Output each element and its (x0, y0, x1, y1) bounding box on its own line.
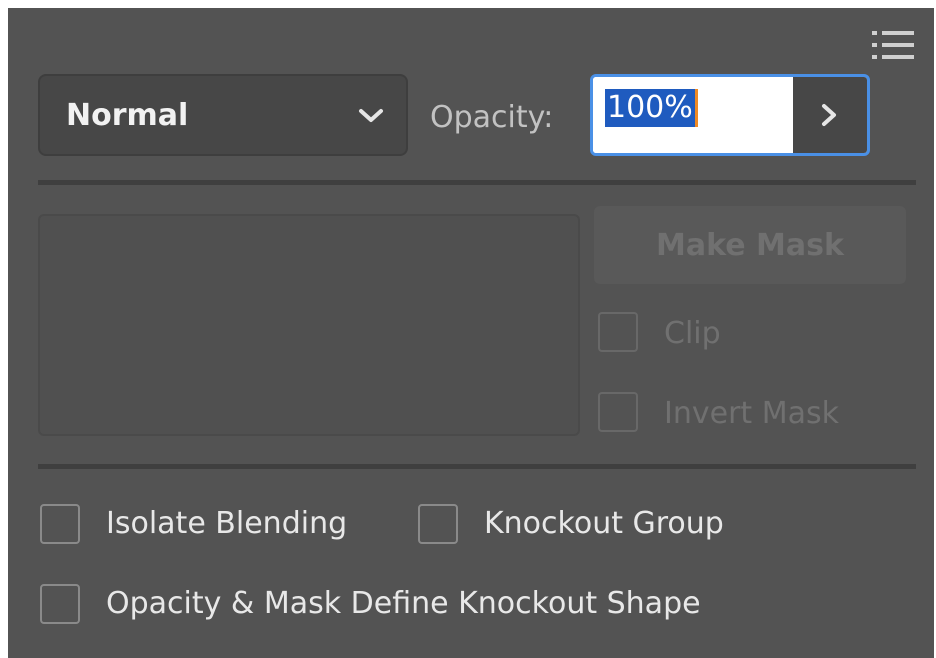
make-mask-label: Make Mask (656, 228, 844, 263)
knockout-group-label: Knockout Group (484, 506, 724, 541)
opacity-mask-define-knockout-checkbox[interactable] (40, 584, 80, 624)
clip-label: Clip (664, 316, 721, 351)
mask-thumbnail-area (38, 214, 580, 436)
opacity-input[interactable]: 100% (593, 77, 793, 153)
transparency-panel: Normal Opacity: 100% Make Mask Clip Inve… (8, 8, 934, 658)
blend-mode-value: Normal (66, 98, 189, 133)
blend-mode-dropdown[interactable]: Normal (38, 74, 408, 156)
chevron-right-icon (822, 104, 836, 126)
clip-checkbox[interactable] (598, 312, 638, 352)
make-mask-button[interactable]: Make Mask (594, 206, 906, 284)
chevron-down-icon (359, 109, 383, 122)
opacity-value: 100% (605, 89, 698, 127)
opacity-input-group: 100% (590, 74, 870, 156)
knockout-group-checkbox[interactable] (418, 504, 458, 544)
divider-top (38, 180, 916, 185)
invert-mask-label: Invert Mask (664, 396, 839, 431)
opacity-slider-button[interactable] (793, 77, 867, 153)
invert-mask-checkbox[interactable] (598, 392, 638, 432)
panel-menu-icon[interactable] (870, 28, 916, 62)
isolate-blending-label: Isolate Blending (106, 506, 348, 541)
opacity-mask-define-knockout-label: Opacity & Mask Define Knockout Shape (106, 586, 701, 621)
opacity-label: Opacity: (430, 100, 554, 135)
isolate-blending-checkbox[interactable] (40, 504, 80, 544)
divider-bottom (38, 464, 916, 469)
